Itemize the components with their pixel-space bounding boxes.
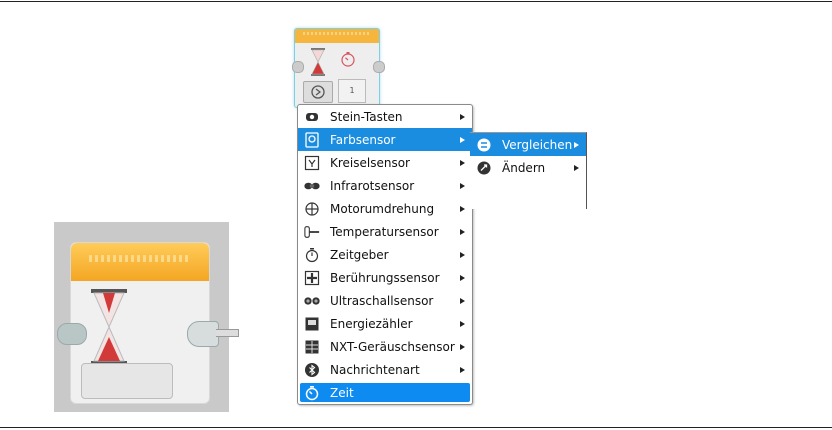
menu-item-label: Zeitgeber xyxy=(330,247,389,262)
gyro-sensor-icon xyxy=(304,155,320,171)
bluetooth-message-icon xyxy=(304,362,320,378)
brick-buttons-icon xyxy=(304,109,320,125)
submenu-item-label: Vergleichen xyxy=(502,137,573,152)
wait-block-enlarged-image xyxy=(54,222,239,412)
menu-item-energiezaehler[interactable]: Energiezähler xyxy=(298,312,472,335)
mode-selector-large xyxy=(81,363,173,399)
change-icon xyxy=(476,160,492,176)
submenu-item-vergleichen[interactable]: Vergleichen xyxy=(470,133,586,156)
menu-item-label: Berührungssensor xyxy=(330,270,440,285)
menu-item-ultraschallsensor[interactable]: Ultraschallsensor xyxy=(298,289,472,312)
menu-item-label: Infrarotsensor xyxy=(330,178,415,193)
sound-sensor-icon xyxy=(304,339,320,355)
timer-clock-icon xyxy=(341,52,355,67)
compare-icon xyxy=(476,137,492,153)
menu-item-stein-tasten[interactable]: Stein-Tasten xyxy=(298,105,472,128)
menu-item-label: Temperatursensor xyxy=(330,224,439,239)
top-divider xyxy=(0,1,832,2)
menu-item-label: Farbsensor xyxy=(330,132,396,147)
menu-item-zeitgeber[interactable]: Zeitgeber xyxy=(298,243,472,266)
sequence-output-plug-large xyxy=(187,321,219,347)
menu-item-label: Ultraschallsensor xyxy=(330,293,434,308)
menu-item-label: Energiezähler xyxy=(330,316,413,331)
ultrasonic-sensor-icon xyxy=(304,293,320,309)
output-connector-stub xyxy=(216,329,239,337)
submenu-arrow-icon xyxy=(460,136,465,143)
submenu-arrow-icon xyxy=(574,164,579,171)
submenu-arrow-icon xyxy=(460,297,465,304)
submenu-arrow-icon xyxy=(460,113,465,120)
menu-item-beruehrungssensor[interactable]: Berührungssensor xyxy=(298,266,472,289)
hourglass-icon xyxy=(311,48,325,76)
parameter-value[interactable]: 1 xyxy=(338,79,366,103)
timer-icon xyxy=(304,247,320,263)
color-sensor-icon xyxy=(304,131,320,148)
submenu-arrow-icon xyxy=(460,274,465,281)
submenu-arrow-icon xyxy=(460,366,465,373)
submenu-arrow-icon xyxy=(460,251,465,258)
menu-item-zeit[interactable]: Zeit xyxy=(300,383,470,402)
menu-item-temperatursensor[interactable]: Temperatursensor xyxy=(298,220,472,243)
wait-block-large-header xyxy=(71,243,209,281)
menu-item-nxt-geraeuschsensor[interactable]: NXT-Geräuschsensor xyxy=(298,335,472,358)
energy-meter-icon xyxy=(304,316,320,332)
sequence-input-plug-large xyxy=(57,323,87,345)
submenu-arrow-icon xyxy=(574,141,579,148)
menu-item-farbsensor[interactable]: Farbsensor xyxy=(298,128,472,151)
color-sensor-submenu: Vergleichen Ändern xyxy=(470,132,587,209)
wait-block-header[interactable] xyxy=(295,29,379,43)
submenu-arrow-icon xyxy=(460,159,465,166)
menu-item-infrarotsensor[interactable]: Infrarotsensor xyxy=(298,174,472,197)
infrared-sensor-icon xyxy=(304,178,320,194)
menu-item-motorumdrehung[interactable]: Motorumdrehung xyxy=(298,197,472,220)
touch-sensor-icon xyxy=(304,270,320,286)
submenu-arrow-icon xyxy=(460,205,465,212)
motor-rotation-icon xyxy=(304,201,320,217)
sequence-output-plug[interactable] xyxy=(373,61,385,73)
bottom-divider xyxy=(0,427,832,428)
menu-item-label: Nachrichtenart xyxy=(330,362,420,377)
mode-selector-button[interactable] xyxy=(303,81,333,103)
submenu-item-label: Ändern xyxy=(502,160,546,175)
wait-block[interactable]: 1 xyxy=(292,28,385,108)
submenu-arrow-icon xyxy=(460,228,465,235)
sequence-input-plug[interactable] xyxy=(292,61,304,73)
submenu-arrow-icon xyxy=(460,320,465,327)
menu-item-label: Motorumdrehung xyxy=(330,201,435,216)
menu-item-label: NXT-Geräuschsensor xyxy=(330,339,455,354)
submenu-arrow-icon xyxy=(460,343,465,350)
menu-item-label: Zeit xyxy=(330,385,354,400)
wait-block-large xyxy=(57,242,239,404)
submenu-item-aendern[interactable]: Ändern xyxy=(470,156,586,179)
submenu-arrow-icon xyxy=(460,182,465,189)
menu-item-nachrichtenart[interactable]: Nachrichtenart xyxy=(298,358,472,381)
menu-item-label: Kreiselsensor xyxy=(330,155,410,170)
temperature-sensor-icon xyxy=(304,224,320,240)
hourglass-icon xyxy=(91,289,127,365)
menu-item-label: Stein-Tasten xyxy=(330,109,403,124)
time-icon xyxy=(304,385,320,401)
mode-dropdown-menu: Stein-Tasten Farbsensor Kreiselsensor In… xyxy=(297,104,473,405)
menu-item-kreiselsensor[interactable]: Kreiselsensor xyxy=(298,151,472,174)
